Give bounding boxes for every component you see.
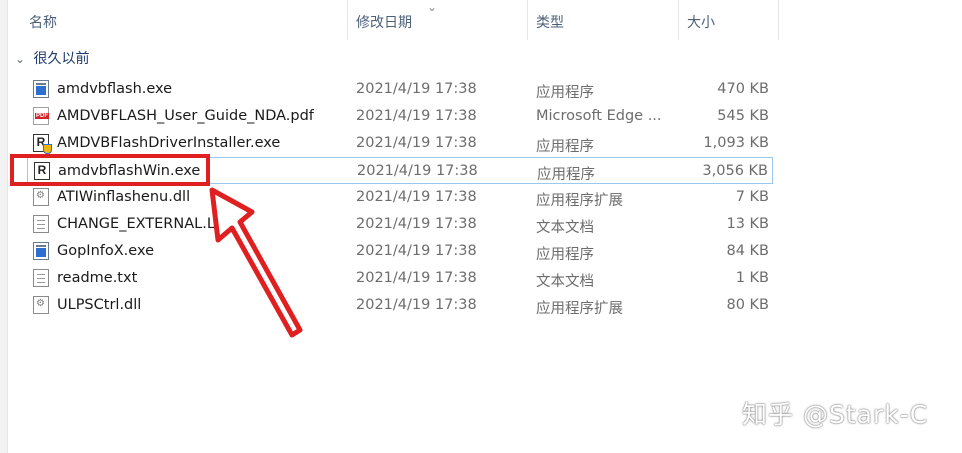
red-arrow-annotation <box>209 187 303 338</box>
watermark: 知乎 @Stark-C <box>742 400 929 429</box>
